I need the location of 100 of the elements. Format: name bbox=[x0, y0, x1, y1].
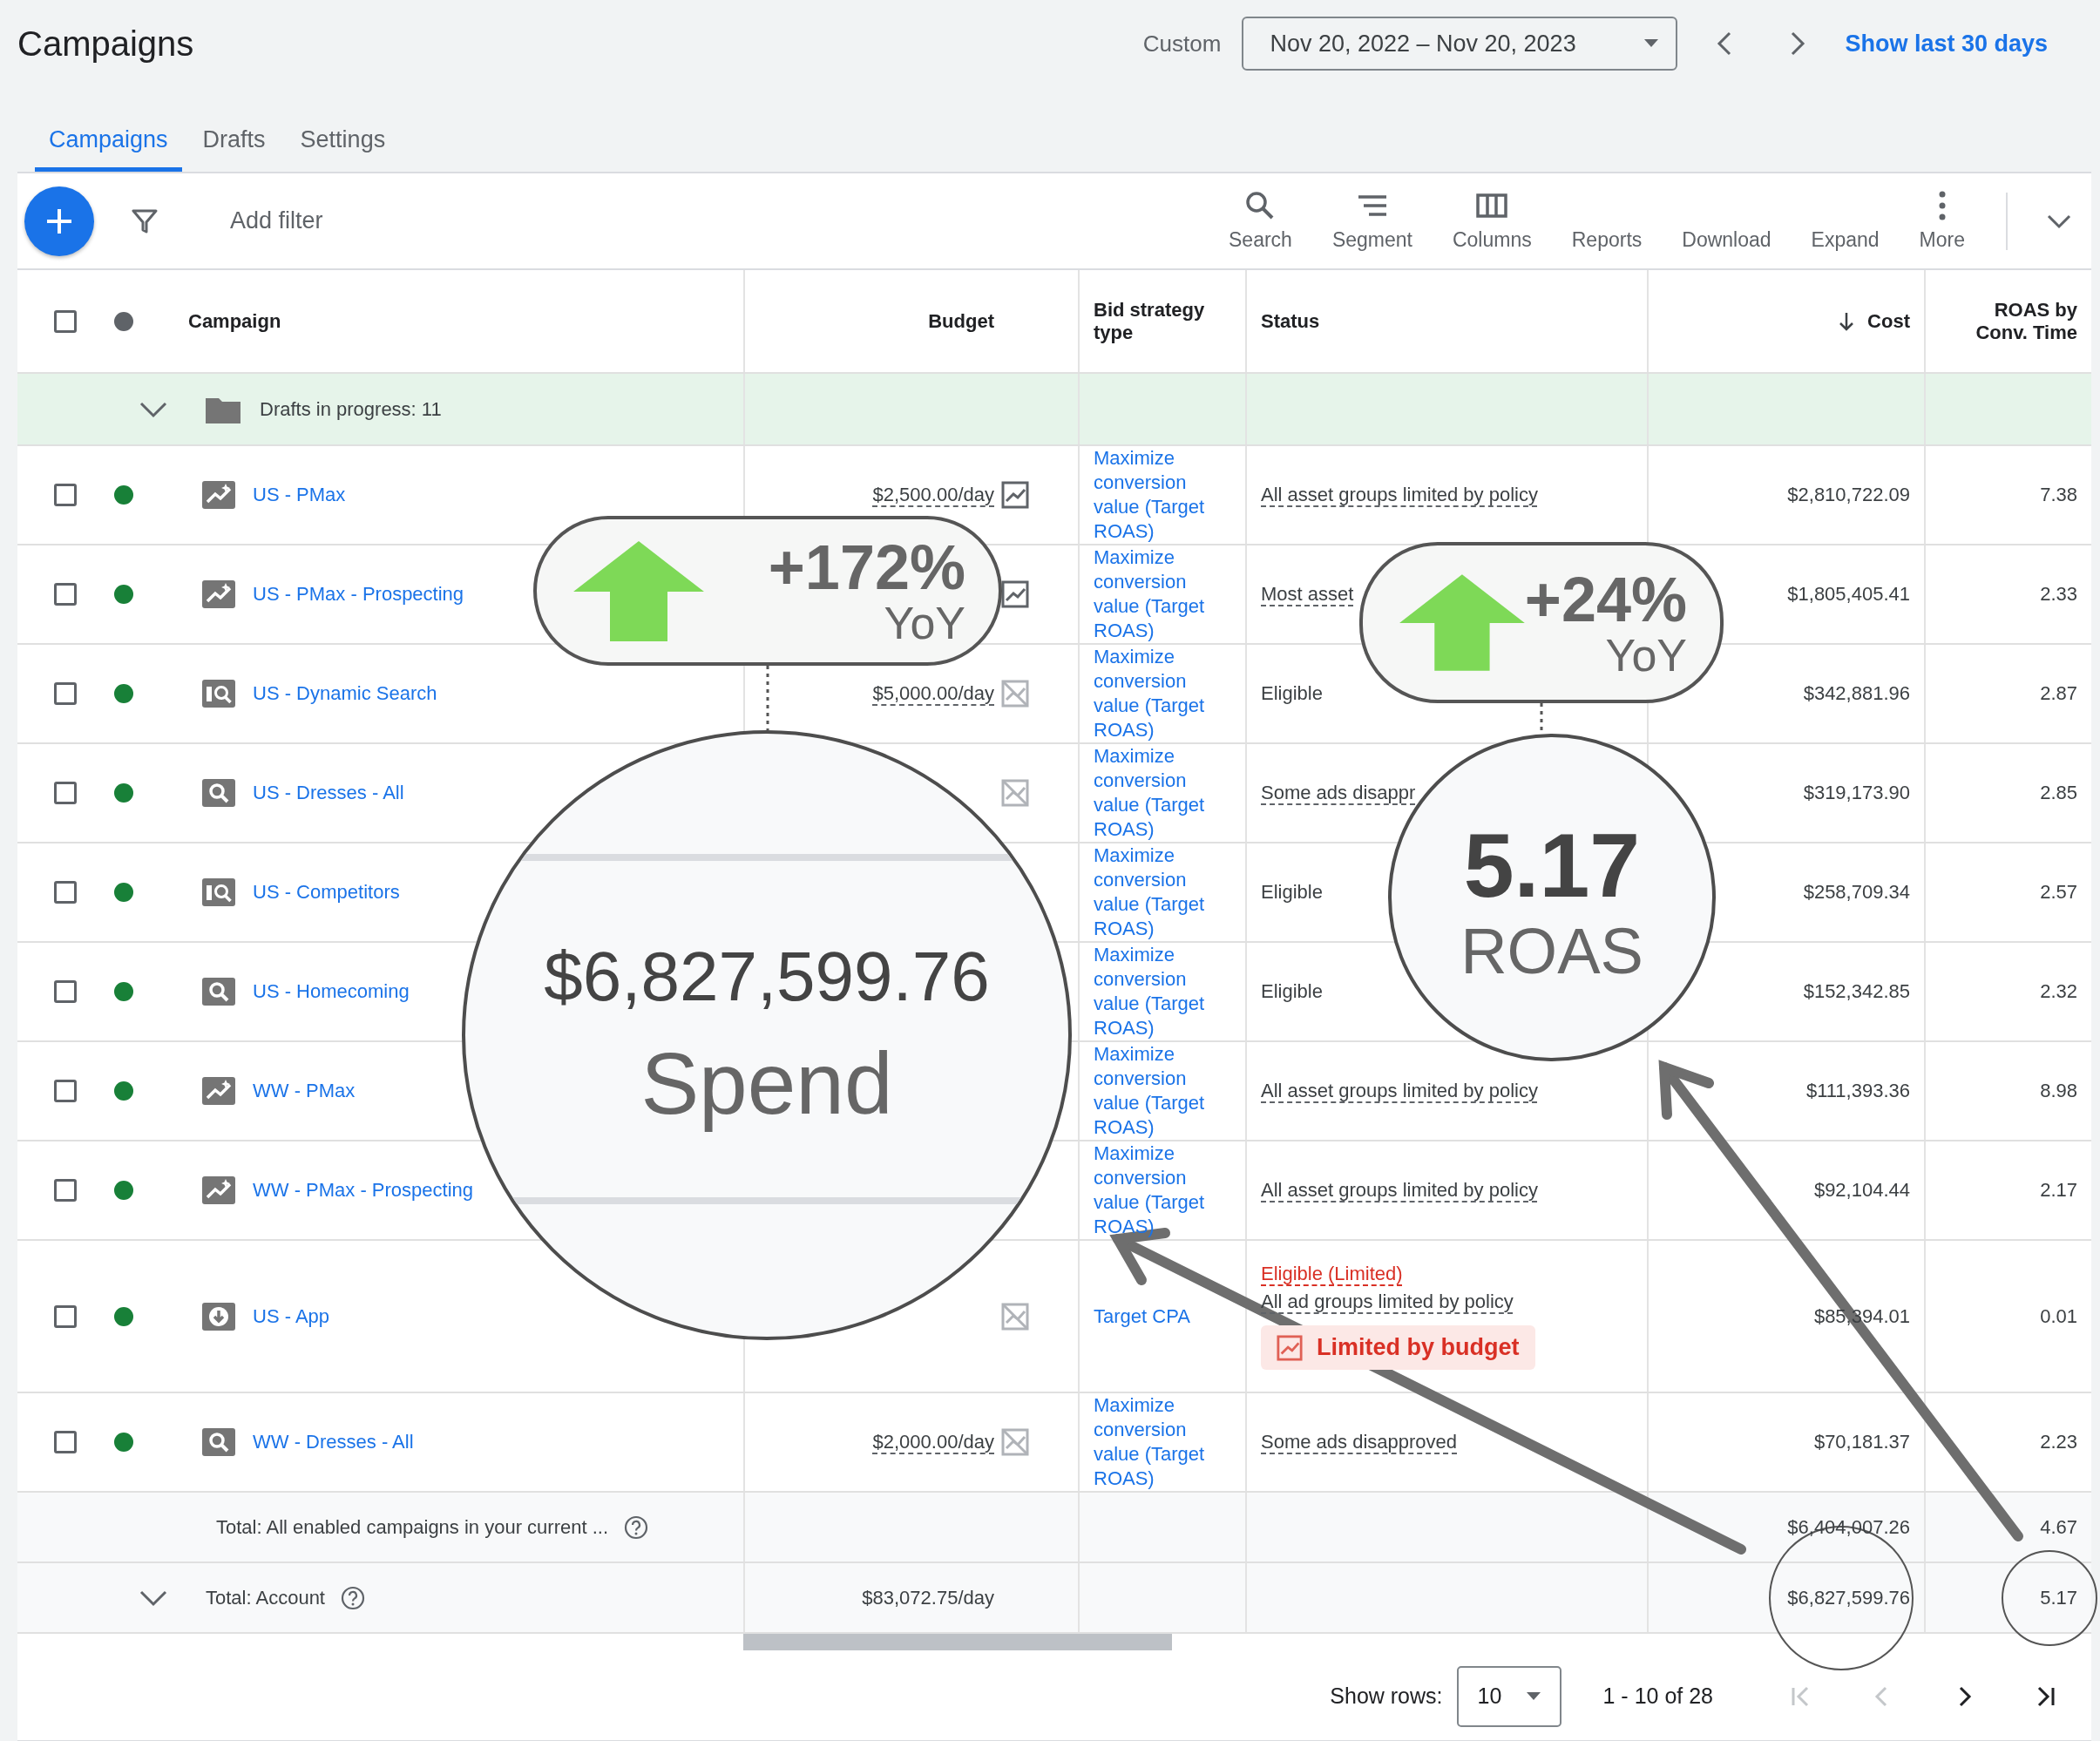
show-last-30-days-link[interactable]: Show last 30 days bbox=[1845, 30, 2048, 58]
page-search-icon bbox=[202, 680, 235, 708]
status-text[interactable]: All ad groups limited by policy bbox=[1261, 1291, 1514, 1313]
roas-value: 2.32 bbox=[2040, 980, 2077, 1003]
status-text[interactable]: All asset groups limited by policy bbox=[1261, 484, 1538, 506]
campaign-link[interactable]: US - PMax - Prospecting bbox=[253, 583, 464, 606]
column-header[interactable]: ROAS by Conv. Time bbox=[1940, 298, 2077, 344]
limited-chip[interactable]: Limited by budget bbox=[1261, 1325, 1535, 1370]
toolbar-button[interactable]: More bbox=[1899, 181, 1985, 261]
search-icon bbox=[202, 779, 235, 807]
campaign-link[interactable]: US - App bbox=[253, 1304, 330, 1328]
cost-value: $70,181.37 bbox=[1813, 1431, 1910, 1453]
roas-value: 2.57 bbox=[2040, 881, 2077, 904]
bid-strategy-link[interactable]: Maximize conversion value (Target ROAS) bbox=[1094, 1042, 1235, 1140]
roas-value: 2.87 bbox=[2040, 682, 2077, 705]
cost-value: $1,805,405.41 bbox=[1787, 583, 1910, 606]
roas-value: 0.01 bbox=[2040, 1304, 2077, 1328]
cost-value: $111,393.36 bbox=[1805, 1080, 1910, 1102]
search-icon bbox=[202, 1428, 235, 1456]
checkbox[interactable] bbox=[54, 484, 77, 506]
column-header[interactable]: Cost bbox=[1867, 309, 1910, 333]
bid-strategy-link[interactable]: Maximize conversion value (Target ROAS) bbox=[1094, 1393, 1235, 1491]
chevron-down-icon[interactable] bbox=[139, 400, 167, 418]
checkbox[interactable] bbox=[54, 583, 77, 606]
checkbox[interactable] bbox=[54, 980, 77, 1003]
budget-value[interactable]: $5,000.00/day bbox=[872, 682, 994, 705]
toolbar-button[interactable]: Columns bbox=[1432, 181, 1552, 261]
toolbar-button[interactable]: Expand bbox=[1791, 181, 1900, 261]
budget-value[interactable]: $2,000.00/day bbox=[872, 1431, 994, 1453]
budget-value[interactable]: $2,500.00/day bbox=[872, 484, 994, 506]
campaign-link[interactable]: US - Competitors bbox=[253, 881, 400, 904]
chart-icon[interactable] bbox=[1001, 481, 1029, 509]
campaign-link[interactable]: US - PMax bbox=[253, 484, 346, 506]
column-header[interactable]: Bid strategy type bbox=[1094, 298, 1231, 344]
status-text[interactable]: Some ads disappr bbox=[1261, 782, 1416, 804]
status-text: Eligible bbox=[1261, 682, 1323, 705]
column-header[interactable]: Status bbox=[1261, 309, 1320, 333]
up-arrow-icon bbox=[1399, 572, 1525, 673]
campaign-link[interactable]: WW - PMax - Prospecting bbox=[253, 1179, 474, 1202]
callout-value: +172% bbox=[768, 536, 965, 599]
callout-caption: YoY bbox=[1605, 632, 1687, 678]
checkbox[interactable] bbox=[54, 1080, 77, 1102]
toolbar-button[interactable]: Download bbox=[1662, 181, 1792, 261]
help-icon[interactable] bbox=[341, 1585, 365, 1610]
magnified-value: $6,827,599.76 bbox=[544, 941, 990, 1012]
search-icon bbox=[202, 978, 235, 1006]
help-icon[interactable] bbox=[624, 1514, 649, 1540]
campaign-link[interactable]: WW - PMax bbox=[253, 1080, 356, 1102]
bid-strategy-link[interactable]: Maximize conversion value (Target ROAS) bbox=[1094, 744, 1235, 842]
campaign-link[interactable]: WW - Dresses - All bbox=[253, 1431, 414, 1453]
status-text[interactable]: Some ads disapproved bbox=[1261, 1431, 1458, 1453]
toolbar-button[interactable]: Reports bbox=[1551, 181, 1663, 261]
bid-strategy-link[interactable]: Maximize conversion value (Target ROAS) bbox=[1094, 645, 1235, 742]
chevron-down-icon[interactable] bbox=[139, 1589, 167, 1607]
cost-value: $152,342.85 bbox=[1803, 980, 1910, 1003]
campaign-link[interactable]: US - Dynamic Search bbox=[253, 682, 437, 705]
checkbox[interactable] bbox=[54, 1179, 77, 1202]
bid-strategy-link[interactable]: Maximize conversion value (Target ROAS) bbox=[1094, 1141, 1235, 1239]
status-text[interactable]: All asset groups limited by policy bbox=[1261, 1179, 1538, 1202]
filter-field[interactable]: Add filter bbox=[228, 207, 580, 235]
page-search-icon bbox=[202, 878, 235, 906]
checkbox[interactable] bbox=[54, 881, 77, 904]
checkbox[interactable] bbox=[54, 1304, 77, 1328]
roas-value: 2.23 bbox=[2040, 1431, 2077, 1453]
scrollbar[interactable] bbox=[743, 1634, 1172, 1650]
toolbar-button[interactable]: Search bbox=[1209, 181, 1312, 261]
cost-value: $258,709.34 bbox=[1803, 881, 1910, 904]
tab[interactable]: Settings bbox=[286, 87, 400, 172]
next-icon[interactable] bbox=[1789, 30, 1807, 57]
status-warning[interactable]: Eligible (Limited) bbox=[1261, 1263, 1403, 1285]
campaign-link[interactable]: US - Dresses - All bbox=[253, 782, 404, 804]
checkbox[interactable] bbox=[54, 1431, 77, 1453]
column-header[interactable]: Campaign bbox=[188, 309, 281, 333]
checkbox[interactable] bbox=[54, 782, 77, 804]
roas-value: 8.98 bbox=[2040, 1080, 2077, 1102]
total-cost: $6,827,599.76 bbox=[1787, 1586, 1910, 1609]
date-range-dropdown[interactable]: Nov 20, 2022 – Nov 20, 2023 bbox=[1242, 17, 1678, 71]
total-label: Total: Account bbox=[206, 1586, 325, 1609]
toolbar-button[interactable]: Segment bbox=[1311, 181, 1433, 261]
bid-strategy-link[interactable]: Maximize conversion value (Target ROAS) bbox=[1094, 943, 1235, 1040]
campaign-link[interactable]: US - Homecoming bbox=[253, 980, 410, 1003]
range-label: Custom bbox=[1142, 30, 1222, 58]
status-text[interactable]: All asset groups limited by policy bbox=[1261, 1080, 1538, 1102]
trend-chart-icon bbox=[202, 580, 235, 608]
bid-strategy-link[interactable]: Maximize conversion value (Target ROAS) bbox=[1094, 446, 1235, 544]
total-cost: $6,404,007.26 bbox=[1787, 1515, 1910, 1539]
bid-strategy-link[interactable]: Maximize conversion value (Target ROAS) bbox=[1094, 843, 1235, 941]
tab[interactable]: Drafts bbox=[188, 87, 280, 172]
add-button[interactable] bbox=[24, 186, 94, 256]
status-text[interactable]: Most asset bbox=[1261, 583, 1354, 606]
checkbox[interactable] bbox=[54, 309, 77, 333]
rows-dropdown[interactable]: 10 bbox=[1456, 1665, 1561, 1727]
column-header[interactable]: Budget bbox=[928, 309, 994, 333]
drafts-label: Drafts in progress: 11 bbox=[260, 397, 442, 421]
checkbox[interactable] bbox=[54, 682, 77, 705]
bid-strategy-link[interactable]: Target CPA bbox=[1094, 1304, 1190, 1329]
caret-icon bbox=[1644, 39, 1659, 48]
bid-strategy-link[interactable]: Maximize conversion value (Target ROAS) bbox=[1094, 545, 1235, 643]
trend-chart-icon bbox=[202, 1077, 235, 1105]
chart-icon[interactable] bbox=[1001, 580, 1029, 608]
